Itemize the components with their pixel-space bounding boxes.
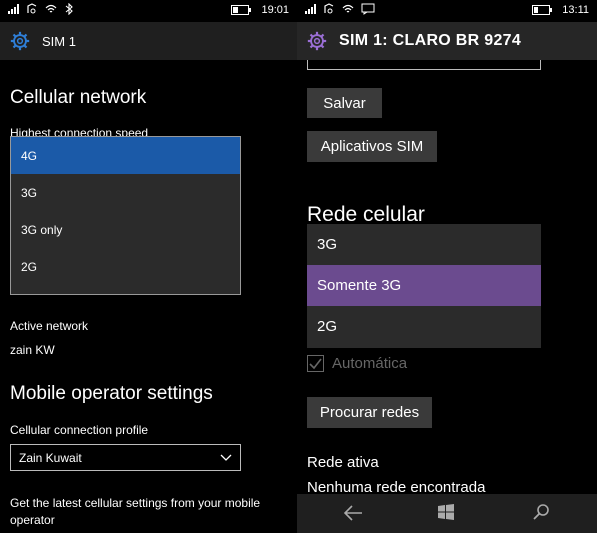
wifi-icon (45, 4, 57, 13)
latest-settings-text-line1: Get the latest cellular settings from yo… (10, 496, 261, 510)
signal-strength-icon (305, 4, 316, 14)
search-networks-button[interactable]: Procurar redes (307, 397, 432, 428)
active-network-value: zain KW (10, 343, 55, 357)
checkbox-checked-icon[interactable] (307, 355, 324, 372)
status-time: 13:11 (562, 4, 589, 16)
cellular-network-heading: Cellular network (10, 87, 147, 108)
back-arrow-icon[interactable] (343, 504, 363, 522)
gear-icon (10, 31, 30, 51)
bluetooth-icon (65, 3, 73, 15)
chevron-down-icon (220, 454, 232, 461)
active-network-label: Active network (10, 319, 89, 333)
latest-settings-text-line2: operator (10, 513, 55, 527)
active-network-label: Rede ativa (307, 454, 379, 471)
roaming-icon (324, 3, 334, 14)
gear-icon (307, 31, 327, 51)
wifi-icon (342, 4, 354, 13)
status-bar: 19:01 (0, 0, 297, 22)
battery-icon (231, 5, 252, 15)
automatic-checkbox-row[interactable]: Automática (307, 355, 407, 372)
message-icon (361, 3, 375, 15)
left-phone-screen: 19:01 SIM 1 Cellular network Highest con… (0, 0, 297, 533)
roaming-icon (27, 3, 37, 14)
page-title: SIM 1 (42, 33, 76, 49)
status-time: 19:01 (261, 4, 289, 16)
network-option-2g[interactable]: 2G (307, 306, 541, 347)
network-name-field[interactable] (307, 60, 541, 70)
search-icon[interactable] (532, 503, 550, 521)
network-option-3g-only[interactable]: Somente 3G (307, 265, 541, 306)
profile-select[interactable]: Zain Kuwait (10, 444, 241, 471)
battery-icon (532, 5, 553, 15)
speed-option-2g[interactable]: 2G (11, 248, 240, 285)
status-bar: 13:11 (297, 0, 597, 22)
profile-label: Cellular connection profile (10, 423, 149, 437)
automatic-label: Automática (332, 355, 408, 372)
profile-select-value: Zain Kuwait (19, 450, 82, 465)
page-header: SIM 1: CLARO BR 9274 (297, 22, 597, 60)
page-title: SIM 1: CLARO BR 9274 (339, 32, 522, 49)
speed-option-4g[interactable]: 4G (11, 137, 240, 174)
save-button[interactable]: Salvar (307, 88, 382, 118)
operator-settings-heading: Mobile operator settings (10, 383, 213, 404)
speed-option-3g[interactable]: 3G (11, 174, 240, 211)
windows-start-icon[interactable] (437, 503, 455, 521)
speed-dropdown[interactable]: 4G 3G 3G only 2G (10, 136, 241, 295)
signal-strength-icon (8, 4, 19, 14)
network-option-3g[interactable]: 3G (307, 224, 541, 265)
network-type-dropdown[interactable]: 3G Somente 3G 2G (307, 224, 541, 348)
navigation-bar (297, 494, 597, 533)
page-header: SIM 1 (0, 22, 297, 60)
speed-option-3g-only[interactable]: 3G only (11, 211, 240, 248)
sim-apps-button[interactable]: Aplicativos SIM (307, 131, 437, 162)
